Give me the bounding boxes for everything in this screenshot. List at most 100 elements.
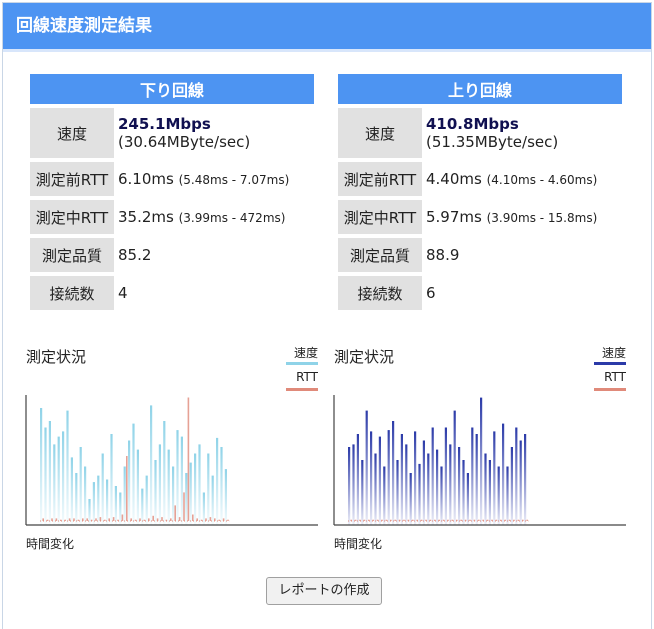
speed-bar: [378, 436, 381, 525]
create-report-button[interactable]: レポートの作成: [266, 577, 382, 605]
speed-bar: [198, 444, 201, 525]
upload-rtt-during-range: (3.90ms - 15.8ms): [486, 211, 598, 225]
speed-bar: [66, 410, 69, 525]
speed-bar: [471, 427, 474, 525]
speed-bar: [431, 427, 434, 525]
rtt-bar: [354, 519, 357, 521]
speed-bar: [154, 460, 157, 525]
page-title: 回線速度測定結果: [3, 3, 651, 52]
speed-bar: [484, 453, 487, 525]
speed-bar: [110, 434, 113, 525]
speed-bar: [387, 430, 390, 525]
upload-rtt-during: 5.97ms: [426, 208, 482, 226]
speed-bar: [374, 453, 377, 525]
speed-bar: [453, 410, 456, 525]
speed-bar: [502, 423, 505, 525]
speed-bar: [62, 431, 65, 525]
upload-quality: 88.9: [426, 246, 460, 264]
speed-bar: [224, 469, 227, 525]
speed-bar: [101, 453, 104, 525]
speed-bar: [211, 475, 214, 525]
speed-bar: [150, 405, 153, 525]
rtt-bar: [178, 517, 181, 521]
upload-speed-value: 410.8Mbps (51.35MByte/sec): [422, 108, 622, 158]
speed-bar: [493, 431, 496, 525]
download-title: 下り回線: [30, 74, 314, 104]
rtt-bar: [95, 518, 97, 521]
speed-bar: [53, 444, 56, 525]
speed-bar: [194, 453, 197, 525]
speed-bar: [84, 466, 87, 525]
speed-bar: [172, 466, 175, 525]
speed-bar: [458, 447, 461, 525]
speed-bar: [216, 437, 219, 525]
speed-bar: [114, 486, 117, 525]
rtt-bar: [183, 492, 185, 521]
speed-bar: [427, 453, 430, 525]
speed-bar: [163, 421, 166, 525]
speed-bar: [40, 408, 43, 525]
speed-bar: [383, 466, 386, 525]
speed-bar: [92, 482, 95, 525]
download-chart: 測定状況 速度 RTT 時間変化: [24, 340, 320, 555]
speed-bar: [158, 444, 161, 525]
download-speed-mbps: 245.1Mbps: [118, 115, 211, 133]
download-rtt-before-range: (5.48ms - 7.07ms): [178, 173, 290, 187]
download-rtt-during: 35.2ms: [118, 208, 174, 226]
rtt-bar: [478, 519, 480, 521]
speed-bar: [352, 444, 355, 525]
quality-label: 測定品質: [30, 238, 114, 272]
speed-bar: [409, 473, 412, 525]
speed-bar: [79, 447, 82, 525]
speed-bar: [519, 440, 522, 525]
speed-bar: [515, 427, 518, 525]
speed-bar: [475, 434, 478, 525]
speed-bar: [418, 463, 421, 525]
download-speed-mbyte: (30.64MByte/sec): [118, 133, 251, 151]
speed-bar: [185, 473, 188, 525]
speed-bar: [220, 447, 223, 525]
speed-bar: [524, 434, 527, 525]
speed-bar: [348, 447, 351, 525]
speed-bar: [396, 460, 399, 525]
rtt-during-label: 測定中RTT: [30, 200, 114, 234]
speed-bar: [436, 449, 439, 525]
speed-bar: [497, 466, 500, 525]
speed-label: 速度: [30, 108, 114, 158]
speed-bar: [361, 460, 364, 525]
x-axis-label: 時間変化: [334, 537, 383, 551]
rtt-bar: [218, 519, 220, 521]
rtt-bar: [192, 514, 194, 521]
speed-bar: [145, 475, 148, 525]
upload-chart: 測定状況 速度 RTT 時間変化: [332, 340, 628, 555]
speed-bar: [70, 457, 73, 525]
speed-bar: [48, 421, 51, 525]
rtt-before-label: 測定前RTT: [30, 162, 114, 196]
speed-bar: [400, 434, 403, 525]
speed-bar: [510, 447, 513, 525]
upload-rtt-before: 4.40ms: [426, 170, 482, 188]
speed-bar: [167, 449, 170, 525]
speed-bar: [392, 421, 395, 525]
upload-table: 上り回線 速度 410.8Mbps (51.35MByte/sec) 測定前RT…: [338, 70, 622, 314]
speed-bar: [356, 434, 359, 525]
speed-bar: [444, 427, 447, 525]
rtt-bar: [451, 519, 454, 521]
speed-bar: [97, 475, 100, 525]
rtt-bar: [104, 519, 106, 521]
speed-bar: [405, 444, 408, 525]
speed-bar: [449, 444, 452, 525]
download-quality: 85.2: [118, 246, 152, 264]
speed-bar: [462, 460, 465, 525]
rtt-bar: [517, 519, 520, 521]
rtt-bar: [170, 518, 172, 521]
speed-bar: [414, 431, 417, 525]
rtt-bar: [227, 519, 229, 521]
speed-bar: [370, 431, 373, 525]
rtt-bar: [486, 519, 489, 521]
rtt-bar: [469, 519, 471, 521]
speed-bar: [106, 479, 109, 525]
speed-label: 速度: [338, 108, 422, 158]
speed-bar: [189, 462, 192, 525]
rtt-bar: [99, 517, 102, 521]
